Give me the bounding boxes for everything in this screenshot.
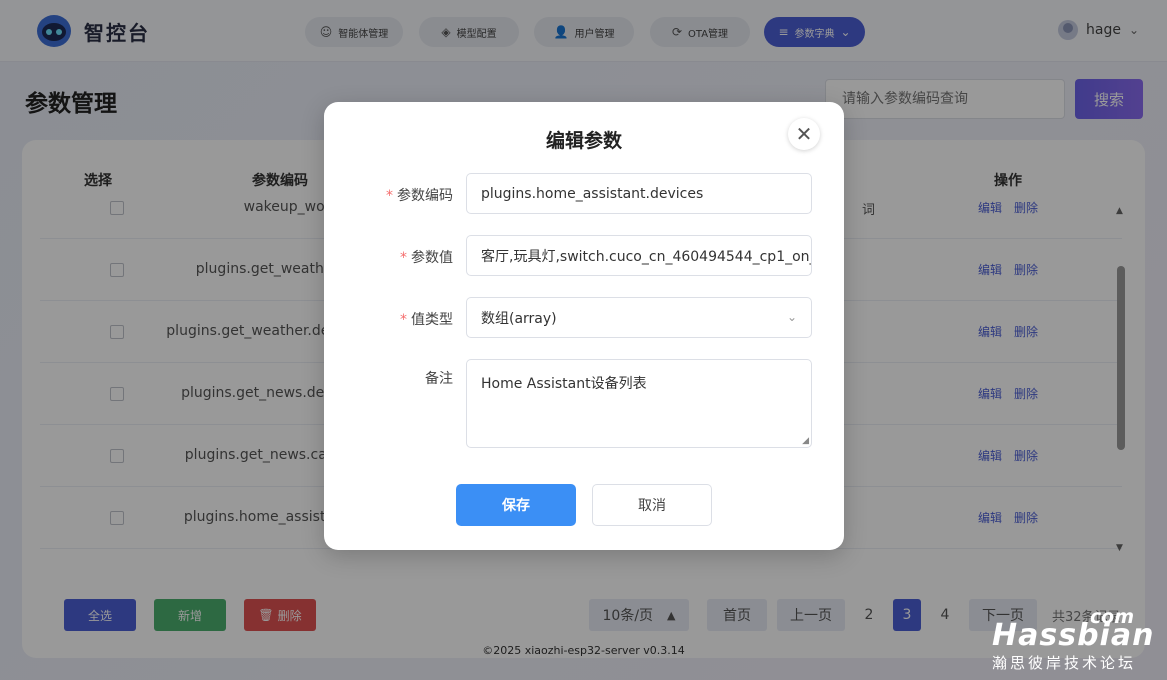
cancel-button[interactable]: 取消 [592, 484, 712, 526]
required-asterisk: * [400, 312, 407, 328]
value-type-selected: 数组(array) [481, 310, 557, 327]
watermark-sub: 瀚思彼岸技术论坛 [992, 654, 1137, 672]
remark-text: Home Assistant设备列表 [481, 376, 647, 392]
remark-label: 备注 [425, 371, 453, 387]
type-label: * 值类型 [400, 309, 453, 329]
value-type-select[interactable]: 数组(array) ⌄ [466, 297, 812, 338]
code-label-text: 参数编码 [397, 188, 453, 204]
chevron-down-icon: ⌄ [786, 310, 797, 324]
param-code-input[interactable]: plugins.home_assistant.devices [466, 173, 812, 214]
close-icon[interactable]: ✕ [788, 118, 820, 150]
required-asterisk: * [386, 188, 393, 204]
watermark-main: Hassbian [992, 618, 1155, 653]
code-label: * 参数编码 [386, 185, 453, 205]
remark-textarea[interactable]: Home Assistant设备列表 ◢ [466, 359, 812, 448]
save-button[interactable]: 保存 [456, 484, 576, 526]
required-asterisk: * [400, 250, 407, 266]
resize-handle-icon[interactable]: ◢ [802, 436, 809, 446]
value-label: * 参数值 [400, 247, 453, 267]
watermark: com Hassbian 瀚思彼岸技术论坛 [990, 606, 1153, 676]
value-label-text: 参数值 [411, 250, 453, 266]
param-value-input[interactable]: 客厅,玩具灯,switch.cuco_cn_460494544_cp1_on_p… [466, 235, 812, 276]
edit-param-dialog: 编辑参数 ✕ * 参数编码 plugins.home_assistant.devi… [324, 102, 844, 550]
type-label-text: 值类型 [411, 312, 453, 328]
dialog-title: 编辑参数 [545, 130, 622, 152]
